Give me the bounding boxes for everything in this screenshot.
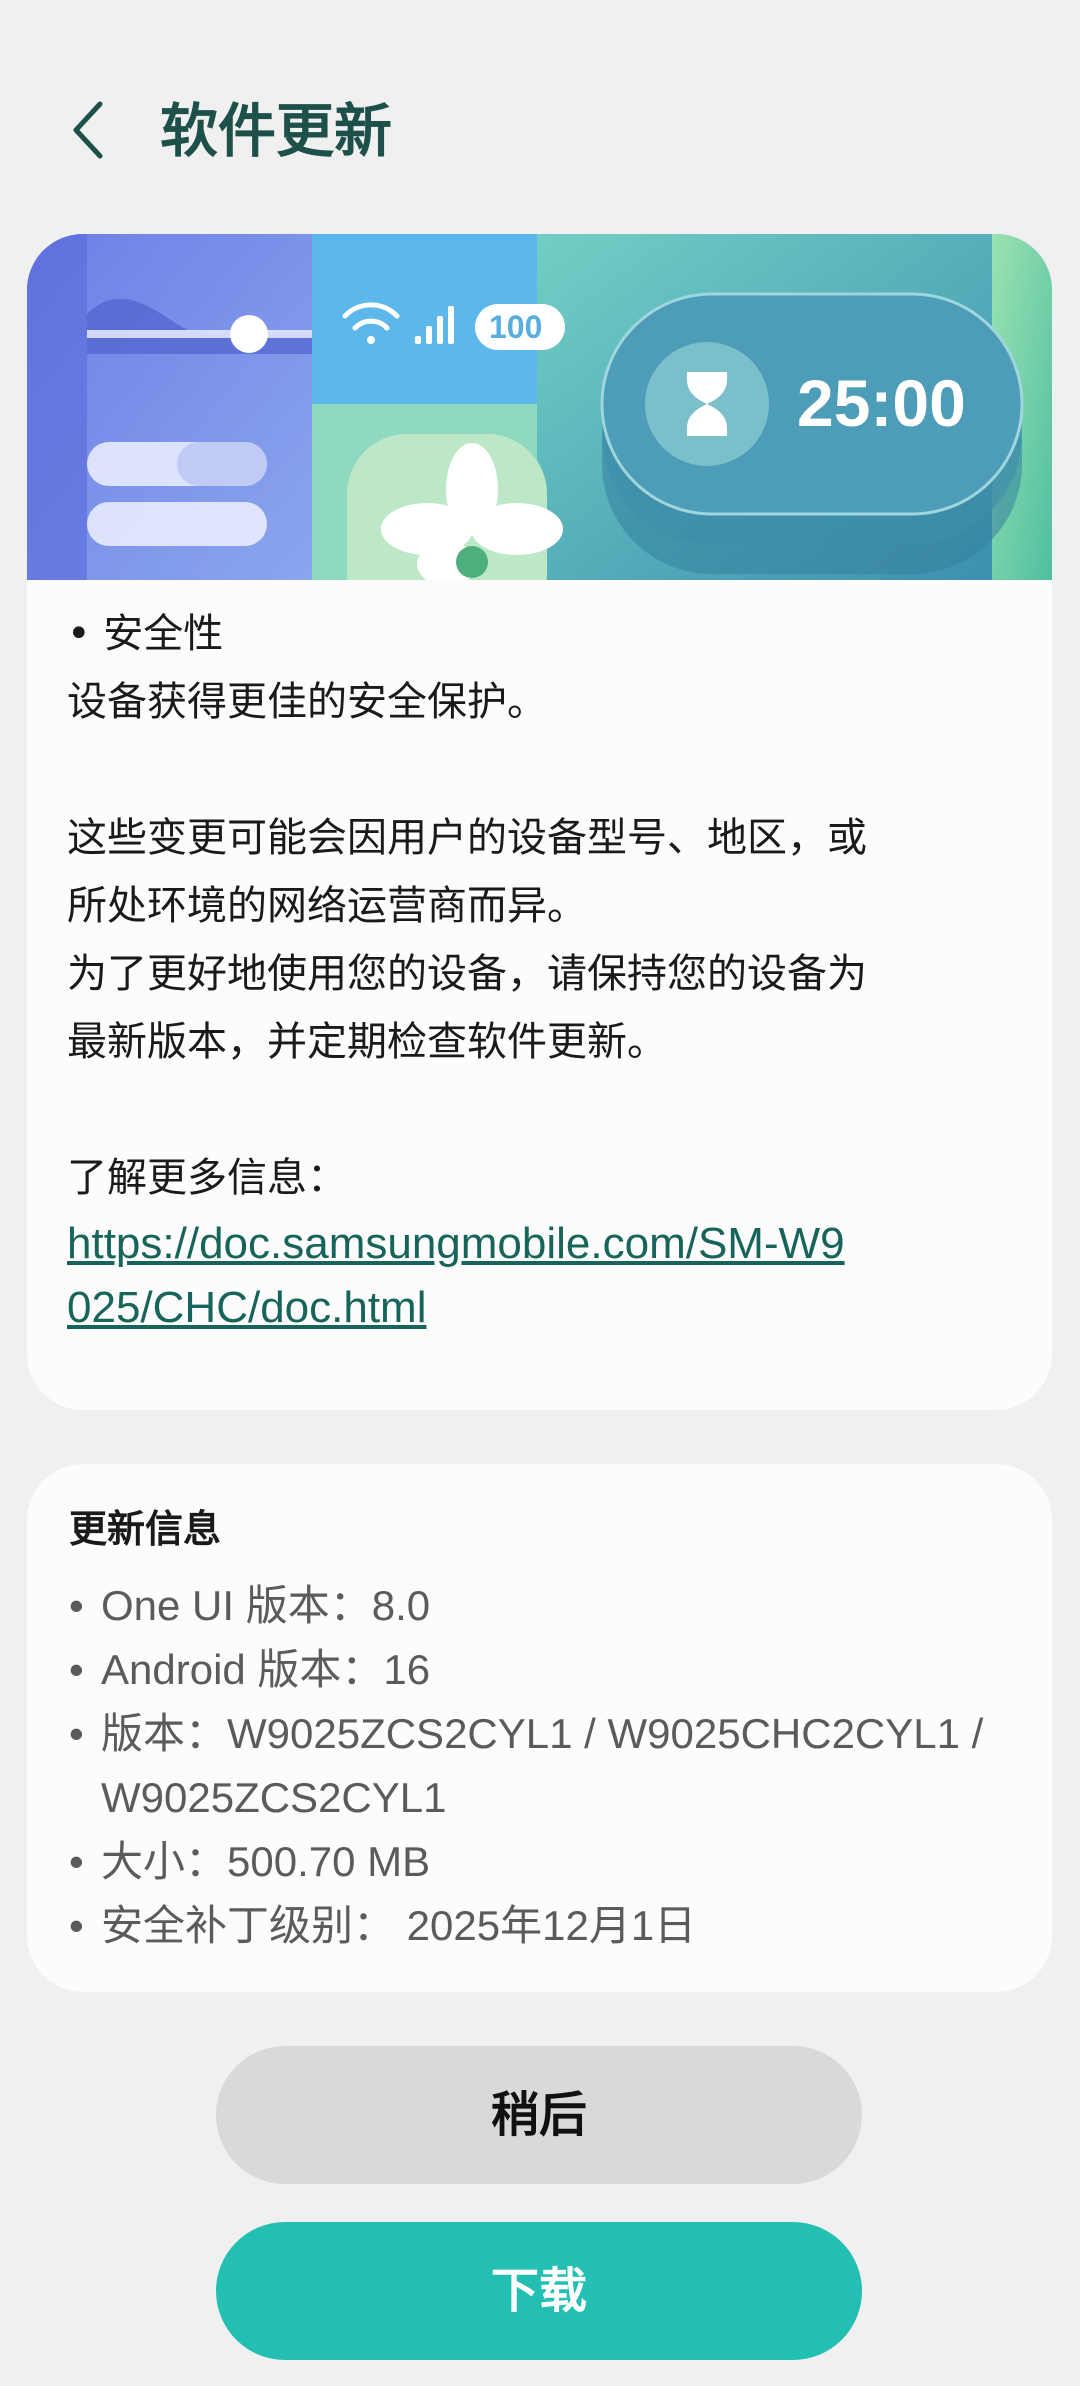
update-info-title: 更新信息 [69, 1507, 222, 1551]
battery-level: 100 [489, 309, 542, 345]
learn-more-label: 了解更多信息： [67, 1155, 347, 1201]
build-version: 版本：W9025ZCS2CYL1 / W9025CHC2CYL1 / W9025… [69, 1702, 1029, 1830]
release-notes-card: 100 25:00 • 安全性 设备获得更佳的安全保护。 这些变更可能会因用户的… [27, 234, 1052, 1410]
release-notes-text: • 安全性 设备获得更佳的安全保护。 这些变更可能会因用户的设备型号、地区，或 … [67, 600, 1017, 1340]
update-info-card: 更新信息 One UI 版本：8.0 Android 版本：16 版本：W902… [27, 1464, 1052, 1992]
one-ui-version: One UI 版本：8.0 [69, 1574, 1029, 1638]
back-button[interactable] [60, 94, 124, 166]
documentation-link[interactable]: https://doc.samsungmobile.com/SM-W9025/C… [67, 1212, 867, 1340]
download-size: 大小：500.70 MB [69, 1830, 1029, 1894]
notice-line: 最新版本，并定期检查软件更新。 [67, 1019, 667, 1065]
notice-line: 为了更好地使用您的设备，请保持您的设备为 [67, 951, 867, 997]
android-version: Android 版本：16 [69, 1638, 1029, 1702]
timer-readout: 25:00 [797, 366, 966, 440]
security-patch-level: 安全补丁级别： 2025年12月1日 [69, 1894, 1029, 1958]
page-title: 软件更新 [160, 97, 393, 165]
update-info-list: One UI 版本：8.0 Android 版本：16 版本：W9025ZCS2… [69, 1574, 1029, 1958]
notice-line: 这些变更可能会因用户的设备型号、地区，或 [67, 815, 867, 861]
download-button[interactable]: 下载 [216, 2222, 862, 2360]
chevron-left-icon [73, 101, 103, 159]
app-header: 软件更新 [0, 80, 1080, 180]
notice-line: 所处环境的网络运营商而异。 [67, 883, 587, 929]
security-heading: • 安全性 [67, 611, 224, 657]
later-button[interactable]: 稍后 [216, 2046, 862, 2184]
update-banner-illustration: 100 25:00 [27, 234, 1052, 580]
security-description: 设备获得更佳的安全保护。 [67, 679, 547, 725]
